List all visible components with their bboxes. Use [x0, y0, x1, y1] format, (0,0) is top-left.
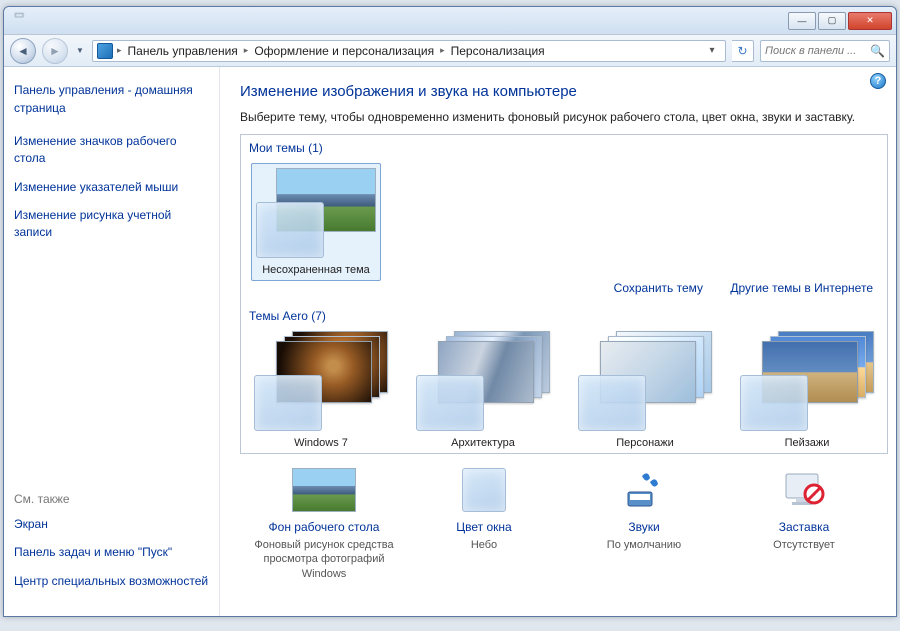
- sidebar: Панель управления - домашняя страница Из…: [4, 67, 220, 616]
- close-button[interactable]: ✕: [848, 12, 892, 30]
- sounds-link: Звуки: [569, 520, 719, 534]
- sidebar-link-mouse-pointers[interactable]: Изменение указателей мыши: [14, 179, 209, 196]
- minimize-button[interactable]: —: [788, 12, 816, 30]
- search-input[interactable]: 🔍: [760, 40, 890, 62]
- theme-architecture[interactable]: Архитектура: [415, 331, 551, 453]
- breadcrumb-dropdown-icon[interactable]: ▾: [703, 45, 721, 56]
- sidebar-link-account-picture[interactable]: Изменение рисунка учетной записи: [14, 207, 209, 241]
- address-bar: ◄ ► ▼ ▸ Панель управления ▸ Оформление и…: [4, 35, 896, 67]
- refresh-button[interactable]: ↻: [732, 40, 754, 62]
- sounds-setting[interactable]: Звуки По умолчанию: [569, 466, 719, 581]
- window-color-icon: [462, 468, 506, 512]
- save-theme-link[interactable]: Сохранить тему: [614, 281, 703, 295]
- my-themes-area: Несохраненная тема: [241, 159, 887, 281]
- breadcrumb[interactable]: ▸ Панель управления ▸ Оформление и персо…: [92, 40, 726, 62]
- theme-characters[interactable]: Персонажи: [577, 331, 713, 453]
- theme-unsaved[interactable]: Несохраненная тема: [251, 163, 381, 281]
- desktop-background-link: Фон рабочего стола: [249, 520, 399, 534]
- page-subtext: Выберите тему, чтобы одновременно измени…: [240, 110, 888, 124]
- chevron-right-icon: ▸: [244, 45, 249, 56]
- maximize-button[interactable]: ▢: [818, 12, 846, 30]
- more-themes-online-link[interactable]: Другие темы в Интернете: [730, 281, 873, 295]
- control-panel-home-link[interactable]: Панель управления - домашняя страница: [14, 81, 209, 117]
- window-color-value: Небо: [409, 538, 559, 552]
- screensaver-link: Заставка: [729, 520, 879, 534]
- titlebar: ▭ — ▢ ✕: [4, 7, 896, 35]
- chevron-right-icon: ▸: [440, 45, 445, 56]
- sounds-icon: [612, 466, 676, 514]
- desktop-background-setting[interactable]: Фон рабочего стола Фоновый рисунок средс…: [249, 466, 399, 581]
- search-field[interactable]: [765, 45, 870, 57]
- main-content: ? Изменение изображения и звука на компь…: [220, 67, 896, 616]
- body: Панель управления - домашняя страница Из…: [4, 67, 896, 616]
- window-color-setting[interactable]: Цвет окна Небо: [409, 466, 559, 581]
- chevron-right-icon: ▸: [117, 45, 122, 56]
- theme-window-color-thumb: [256, 202, 324, 258]
- sidebar-link-ease-of-access[interactable]: Центр специальных возможностей: [14, 573, 209, 590]
- window-caption: ▭: [14, 8, 24, 21]
- theme-label: Несохраненная тема: [256, 264, 376, 276]
- crumb-appearance[interactable]: Оформление и персонализация: [252, 44, 436, 58]
- sidebar-link-display[interactable]: Экран: [14, 516, 209, 533]
- back-button[interactable]: ◄: [10, 38, 36, 64]
- sidebar-link-taskbar[interactable]: Панель задач и меню "Пуск": [14, 544, 209, 561]
- sidebar-link-desktop-icons[interactable]: Изменение значков рабочего стола: [14, 133, 209, 167]
- desktop-background-value: Фоновый рисунок средства просмотра фотог…: [249, 538, 399, 581]
- window-color-link: Цвет окна: [409, 520, 559, 534]
- screensaver-value: Отсутствует: [729, 538, 879, 552]
- bottom-settings: Фон рабочего стола Фоновый рисунок средс…: [240, 454, 888, 581]
- aero-themes-area: Windows 7 Архитектура Персонажи Пейзажи: [241, 327, 887, 453]
- page-title: Изменение изображения и звука на компьют…: [240, 83, 888, 100]
- theme-landscapes[interactable]: Пейзажи: [739, 331, 875, 453]
- theme-windows7[interactable]: Windows 7: [253, 331, 389, 453]
- screensaver-setting[interactable]: Заставка Отсутствует: [729, 466, 879, 581]
- desktop-background-icon: [292, 468, 356, 512]
- help-icon[interactable]: ?: [870, 73, 886, 89]
- crumb-control-panel[interactable]: Панель управления: [126, 44, 240, 58]
- nav-history-dropdown[interactable]: ▼: [74, 38, 86, 64]
- sounds-value: По умолчанию: [569, 538, 719, 552]
- screensaver-icon: [772, 466, 836, 514]
- search-icon: 🔍: [870, 44, 885, 58]
- crumb-personalization[interactable]: Персонализация: [449, 44, 547, 58]
- control-panel-icon: [97, 43, 113, 59]
- forward-button[interactable]: ►: [42, 38, 68, 64]
- themes-panel: Мои темы (1) Несохраненная тема Сохранит…: [240, 134, 888, 454]
- see-also-label: См. также: [14, 492, 209, 506]
- my-themes-label: Мои темы (1): [241, 135, 887, 159]
- aero-themes-label: Темы Aero (7): [241, 303, 887, 327]
- theme-actions: Сохранить тему Другие темы в Интернете: [241, 281, 887, 303]
- window: ▭ — ▢ ✕ ◄ ► ▼ ▸ Панель управления ▸ Офор…: [3, 6, 897, 617]
